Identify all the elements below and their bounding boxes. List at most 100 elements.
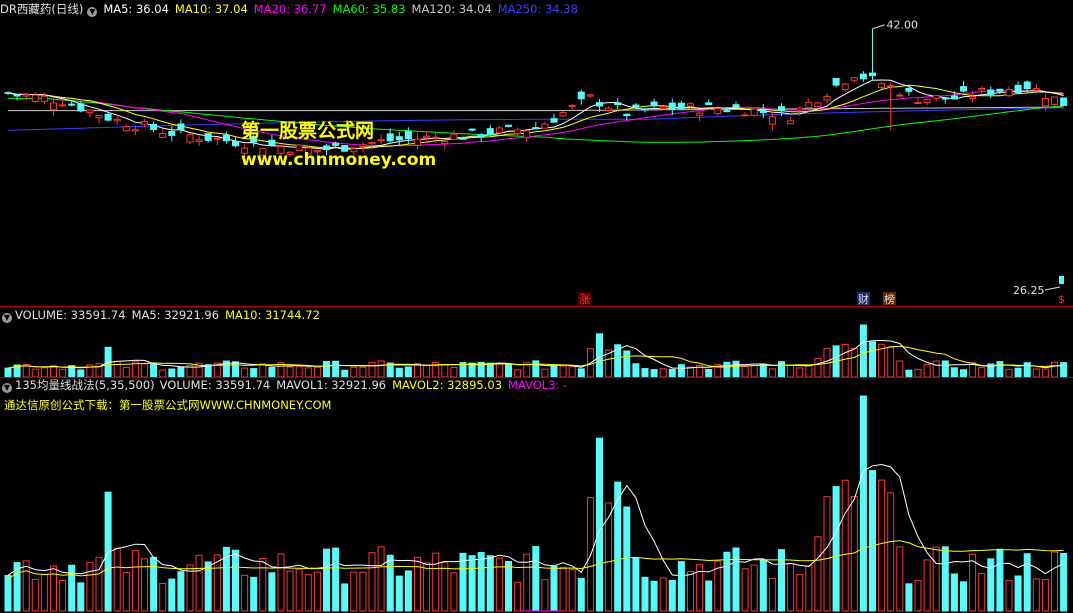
candle-body [477,134,485,138]
volume-bar [341,369,349,378]
volume-bar [641,368,649,378]
candle-body [960,86,967,92]
indicator-volume-bar [150,556,158,612]
candle-body [177,123,185,130]
candle-body [68,103,76,106]
volume-bar [350,366,358,378]
volume-bar [996,361,1004,378]
indicator-volume-bar [277,553,285,612]
indicator-volume-bar [250,576,258,612]
volume-bar [759,363,767,378]
candle-body [459,137,467,140]
candle-body [905,87,913,92]
indicator-volume-bar [732,547,740,612]
candle-body [577,91,585,100]
gear-icon[interactable]: ▼ [2,313,12,323]
candle-body [159,132,167,138]
indicator-volume-bar [377,546,385,612]
candle-body [778,106,785,111]
volume-bar [505,364,512,378]
candle-body [887,85,895,88]
volume-bar [687,366,694,378]
indicator-volume-bar [113,547,121,612]
candle-body [623,113,631,117]
candle-body [1041,98,1049,107]
indicator-volume-bar [559,566,567,612]
indicator-chart[interactable] [0,378,1073,613]
indicator-volume-bar [987,558,995,612]
volume-bar [232,361,239,378]
candle-body [859,73,867,80]
indicator-volume-bar [1014,575,1022,612]
volume-bar [1060,362,1068,378]
candle-body [677,102,685,110]
volume-bar [923,363,931,378]
event-marker-3: $ [1058,293,1065,305]
volume-bar [486,362,494,378]
indicator-note: 通达信原创公式下载：第一股票公式网WWW.CHNMONEY.COM [4,398,332,412]
indicator-volume-bar [477,551,485,612]
candle-body [468,128,476,131]
candle-body [668,102,676,110]
indicator-volume-bar [596,437,603,612]
candle-body [596,102,603,107]
candle-body [359,144,367,148]
volume-bar [859,324,867,378]
candle-body [568,104,576,107]
candle-body [1032,88,1040,91]
indicator-volume-bar [805,565,813,612]
indicator-volume-bar [550,565,558,612]
indicator-volume-bar [268,572,276,612]
indicator-volume-bar [750,564,758,612]
volume-bar [514,369,522,378]
indicator-volume-bar [814,536,822,612]
candle-body [996,88,1004,92]
candle-body [605,107,613,111]
volume-bar [577,368,585,378]
indicator-volume-bar [486,555,494,612]
candle-body [741,114,749,117]
last-candle [1059,276,1064,284]
gear-icon[interactable]: ▼ [2,383,12,393]
volume-bar [677,364,685,378]
volume-bar [1014,367,1022,378]
indicator-volume-bar [841,479,849,612]
indicator-volume-bar [59,579,67,612]
volume-bar [1032,368,1040,378]
candle-body [532,127,540,130]
candle-body [432,136,440,139]
indicator-volume-bar [368,552,376,612]
volume-bar [368,361,376,378]
candle-body [614,102,622,106]
candle-body [131,129,139,132]
candle-body [823,95,831,101]
ma-indicator-ma5: MA5: 36.04 [103,2,169,16]
volume-bar [241,367,249,378]
price-pane[interactable]: 42.00 26.25 涨 财 榜 $ DR西藏药(日线) ▼ MA5: 36.04 MA10:… [0,0,1073,305]
gear-icon[interactable]: ▼ [87,7,98,17]
candlestick-chart[interactable]: 42.00 26.25 涨 财 榜 $ [0,0,1073,305]
candle-body [441,141,449,145]
indicator-volume-bar [632,557,640,612]
volume-bar [1051,361,1058,378]
indicator-volume-bar [22,560,30,612]
volume-bar [932,360,940,378]
indicator-volume-bar [505,561,512,612]
candle-body [1005,89,1013,97]
event-marker-1: 财 [858,292,869,305]
volume-bar [778,361,785,378]
candle-body [586,94,594,97]
volume-pane[interactable]: ▼ VOLUME: 33591.74 MA5: 32921.96 MA10: 3174… [0,307,1073,378]
candle-body [1023,81,1031,90]
volume-bar [732,360,740,378]
indicator-pane[interactable]: ▼ 135均量线战法(5,35,500) VOLUME: 33591.74 MAVOL… [0,378,1073,613]
volume-bar [150,363,158,378]
candle-body [841,83,849,90]
volume-bar [869,341,876,378]
indicator-volume-bar [869,470,876,612]
candle-body [923,98,931,104]
candle-body [386,133,394,142]
candle-body [978,87,986,91]
indicator-volume-bar [978,572,986,612]
indicator-volume-bar [323,548,330,612]
